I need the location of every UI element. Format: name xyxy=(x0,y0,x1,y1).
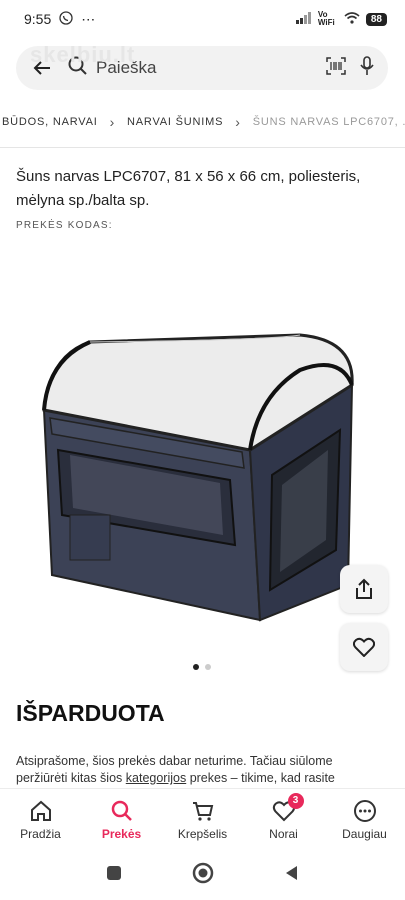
heart-icon xyxy=(353,637,375,657)
back-button[interactable] xyxy=(30,56,54,80)
triangle-back-icon xyxy=(285,865,297,880)
nav-label: Krepšelis xyxy=(177,826,228,841)
more-dots-icon: ⋯ xyxy=(81,10,96,27)
nav-home[interactable]: Pradžia xyxy=(1,799,81,841)
carousel-dot-active[interactable] xyxy=(193,664,199,670)
nav-label: Pradžia xyxy=(20,826,61,841)
search-input[interactable]: Paieška xyxy=(96,58,326,78)
breadcrumb: BŪDOS, NARVAI › NARVAI ŠUNIMS › ŠUNS NAR… xyxy=(0,110,405,134)
product-title: Šuns narvas LPC6707, 81 x 56 x 66 cm, po… xyxy=(16,168,361,209)
wishlist-count-badge: 3 xyxy=(287,792,304,809)
wifi-icon xyxy=(344,11,360,27)
nav-cart[interactable]: Krepšelis xyxy=(163,799,243,841)
breadcrumb-item[interactable]: NARVAI ŠUNIMS xyxy=(125,116,225,128)
product-image[interactable] xyxy=(30,300,370,630)
nav-label: Prekės xyxy=(101,826,142,841)
nav-more[interactable]: Daugiau xyxy=(325,799,405,841)
arrow-left-icon xyxy=(33,61,50,75)
circle-icon xyxy=(192,862,213,883)
search-icon xyxy=(68,56,88,81)
divider xyxy=(0,147,405,148)
home-button[interactable] xyxy=(192,862,214,889)
chevron-right-icon: › xyxy=(235,114,241,130)
search-icon xyxy=(111,800,132,821)
carousel-dot[interactable] xyxy=(205,664,211,670)
sold-out-heading: IŠPARDUOTA xyxy=(16,700,165,726)
more-icon xyxy=(353,799,376,822)
nav-label: Daugiau xyxy=(342,826,387,841)
apology-text: Atsiprašome, šios prekės dabar neturime.… xyxy=(16,753,386,787)
carousel-indicator xyxy=(193,664,211,670)
breadcrumb-item[interactable]: BŪDOS, NARVAI xyxy=(0,116,100,128)
product-code-label: PREKĖS KODAS: xyxy=(16,220,113,231)
status-time: 9:55 xyxy=(24,11,52,27)
signal-icon xyxy=(295,11,312,27)
microphone-icon[interactable] xyxy=(360,55,374,81)
call-icon xyxy=(59,10,73,28)
back-nav-button[interactable] xyxy=(284,865,300,886)
nav-products[interactable]: Prekės xyxy=(82,799,162,841)
share-icon xyxy=(356,578,372,599)
category-link[interactable]: kategorijos xyxy=(126,771,186,785)
cart-icon xyxy=(192,801,213,821)
bottom-navigation: Pradžia Prekės Krepšelis 3 Norai Daugiau xyxy=(0,788,405,850)
system-navigation xyxy=(0,850,405,900)
recent-apps-button[interactable] xyxy=(106,865,122,886)
nav-wishlist[interactable]: 3 Norai xyxy=(244,792,324,841)
nav-label: Norai xyxy=(269,826,298,841)
apology-text-part: prekes – tikime, kad rasite xyxy=(186,771,335,785)
favorite-button[interactable] xyxy=(340,623,388,671)
status-bar: 9:55 ⋯ Vo WiFi 88 xyxy=(0,0,405,38)
breadcrumb-current: ŠUNS NARVAS LPC6707, ... xyxy=(252,116,405,128)
square-icon xyxy=(106,865,121,880)
battery-indicator: 88 xyxy=(365,12,387,26)
network-label: Vo WiFi xyxy=(317,10,335,27)
chevron-right-icon: › xyxy=(109,114,116,130)
barcode-scan-icon[interactable] xyxy=(326,56,346,80)
search-bar[interactable]: Paieška xyxy=(16,46,388,90)
share-button[interactable] xyxy=(340,565,388,613)
home-icon xyxy=(30,800,51,821)
